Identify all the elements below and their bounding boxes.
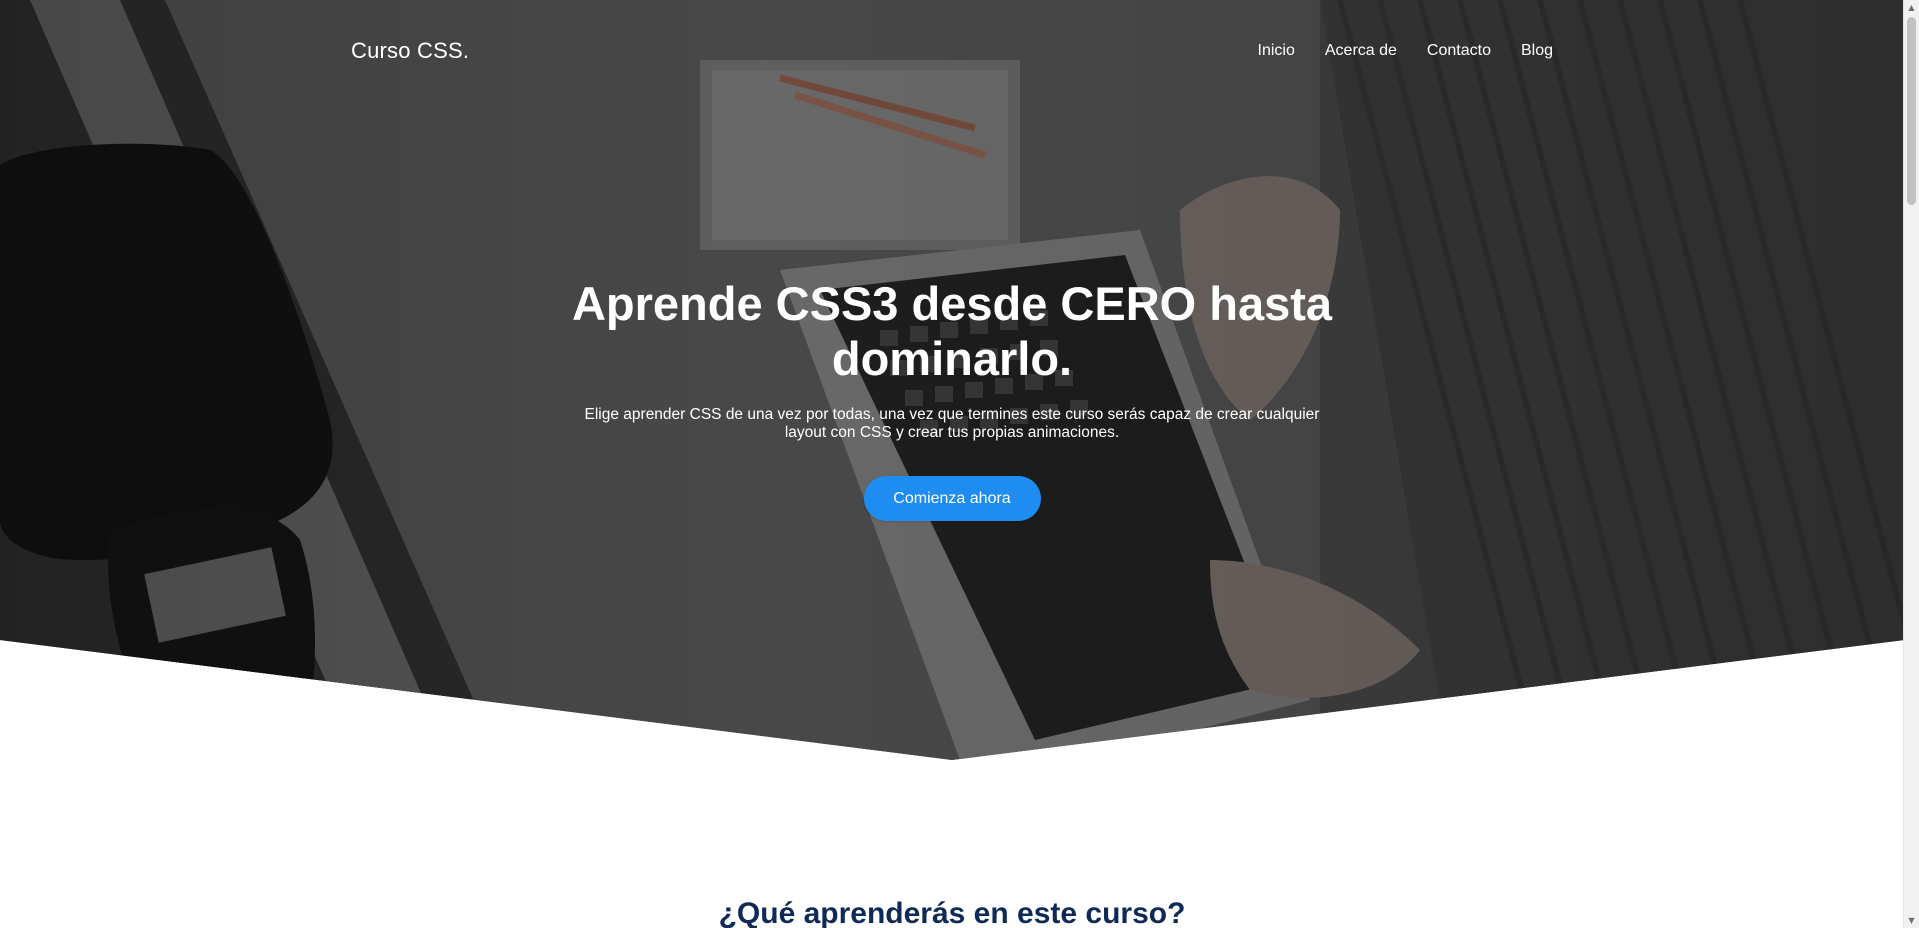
- hero-content: Aprende CSS3 desde CERO hasta dominarlo.…: [552, 276, 1352, 521]
- hero-title: Aprende CSS3 desde CERO hasta dominarlo.: [571, 277, 1333, 385]
- page-viewport: Curso CSS. Inicio Acerca de Contacto Blo…: [0, 0, 1919, 928]
- start-now-button[interactable]: Comienza ahora: [863, 476, 1041, 521]
- hero-subtitle: Elige aprender CSS de una vez por todas,…: [584, 406, 1320, 441]
- nav-link-acerca-de[interactable]: Acerca de: [1325, 42, 1397, 60]
- site-logo[interactable]: Curso CSS.: [351, 38, 469, 64]
- vertical-scrollbar[interactable]: ▲ ▼: [1903, 0, 1919, 928]
- scroll-down-icon[interactable]: ▼: [1904, 913, 1919, 928]
- nav-link-contacto[interactable]: Contacto: [1427, 42, 1491, 60]
- nav-link-inicio[interactable]: Inicio: [1258, 42, 1295, 60]
- section-heading: ¿Qué aprenderás en este curso?: [718, 897, 1186, 928]
- scroll-thumb[interactable]: [1907, 17, 1916, 205]
- scroll-up-icon[interactable]: ▲: [1904, 0, 1919, 15]
- site-header: Curso CSS. Inicio Acerca de Contacto Blo…: [351, 34, 1553, 68]
- nav-link-blog[interactable]: Blog: [1521, 42, 1553, 60]
- main-navigation: Inicio Acerca de Contacto Blog: [1258, 42, 1553, 60]
